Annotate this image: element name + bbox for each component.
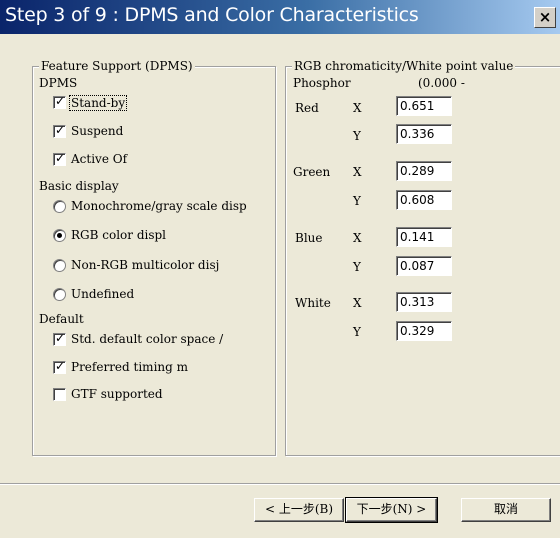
blue-x-label: X [353, 231, 362, 245]
dpms-label: DPMS [39, 76, 78, 90]
title-bar[interactable]: Step 3 of 9 : DPMS and Color Characteris… [0, 0, 560, 34]
phosphor-label: Phosphor [293, 76, 351, 90]
next-button[interactable]: 下一步(N) > [345, 497, 438, 523]
monochrome-label[interactable]: Monochrome/gray scale disp [71, 199, 247, 213]
standby-label[interactable]: Stand-by [69, 95, 128, 111]
white-x-field[interactable]: 0.313 [396, 292, 452, 312]
green-y-label: Y [353, 194, 361, 208]
blue-x-field[interactable]: 0.141 [396, 227, 452, 247]
cancel-button[interactable]: 取消 [461, 498, 551, 522]
blue-y-label: Y [353, 260, 361, 274]
close-button[interactable]: × [534, 7, 556, 28]
window-title: Step 3 of 9 : DPMS and Color Characteris… [5, 4, 419, 26]
std-default-checkbox[interactable]: ✓ [53, 331, 66, 346]
green-y-field[interactable]: 0.608 [396, 190, 452, 210]
red-y-label: Y [353, 129, 361, 143]
gtf-checkbox[interactable] [53, 388, 66, 401]
red-x-field[interactable]: 0.651 [396, 96, 452, 116]
undefined-label[interactable]: Undefined [71, 287, 134, 301]
white-x-label: X [353, 296, 362, 310]
suspend-label[interactable]: Suspend [71, 124, 123, 138]
close-icon: × [538, 8, 552, 26]
gtf-label[interactable]: GTF supported [71, 387, 163, 401]
white-label: White [295, 296, 331, 310]
chromaticity-group: RGB chromaticity/White point value Phosp… [285, 59, 560, 456]
non-rgb-radio[interactable] [53, 259, 66, 272]
rgb-color-label[interactable]: RGB color displ [71, 228, 166, 242]
active-off-label[interactable]: Active Of [71, 152, 127, 166]
green-x-label: X [353, 165, 362, 179]
white-y-label: Y [353, 325, 361, 339]
blue-y-field[interactable]: 0.087 [396, 256, 452, 276]
wizard-dialog: Step 3 of 9 : DPMS and Color Characteris… [0, 0, 560, 538]
chromaticity-title: RGB chromaticity/White point value [292, 59, 516, 73]
standby-checkbox[interactable]: ✓ [53, 94, 66, 109]
back-button[interactable]: < 上一步(B) [254, 498, 344, 522]
active-off-checkbox[interactable]: ✓ [53, 151, 66, 166]
rgb-color-radio[interactable] [53, 229, 66, 242]
feature-support-title: Feature Support (DPMS) [39, 59, 195, 73]
monochrome-radio[interactable] [53, 200, 66, 213]
range-label: (0.000 - [418, 76, 465, 90]
non-rgb-label[interactable]: Non-RGB multicolor disj [71, 258, 219, 272]
green-x-field[interactable]: 0.289 [396, 161, 452, 181]
blue-label: Blue [295, 231, 323, 245]
basic-display-label: Basic display [39, 179, 119, 193]
red-label: Red [295, 101, 319, 115]
default-label: Default [39, 312, 84, 326]
red-x-label: X [353, 101, 362, 115]
red-y-field[interactable]: 0.336 [396, 124, 452, 144]
preferred-timing-checkbox[interactable]: ✓ [53, 359, 66, 374]
undefined-radio[interactable] [53, 288, 66, 301]
feature-support-group: Feature Support (DPMS) DPMS ✓ Stand-by ✓… [32, 59, 276, 456]
green-label: Green [293, 165, 331, 179]
std-default-label[interactable]: Std. default color space / [71, 332, 223, 346]
footer-separator [0, 483, 560, 485]
white-y-field[interactable]: 0.329 [396, 321, 452, 341]
suspend-checkbox[interactable]: ✓ [53, 123, 66, 138]
preferred-timing-label[interactable]: Preferred timing m [71, 360, 188, 374]
